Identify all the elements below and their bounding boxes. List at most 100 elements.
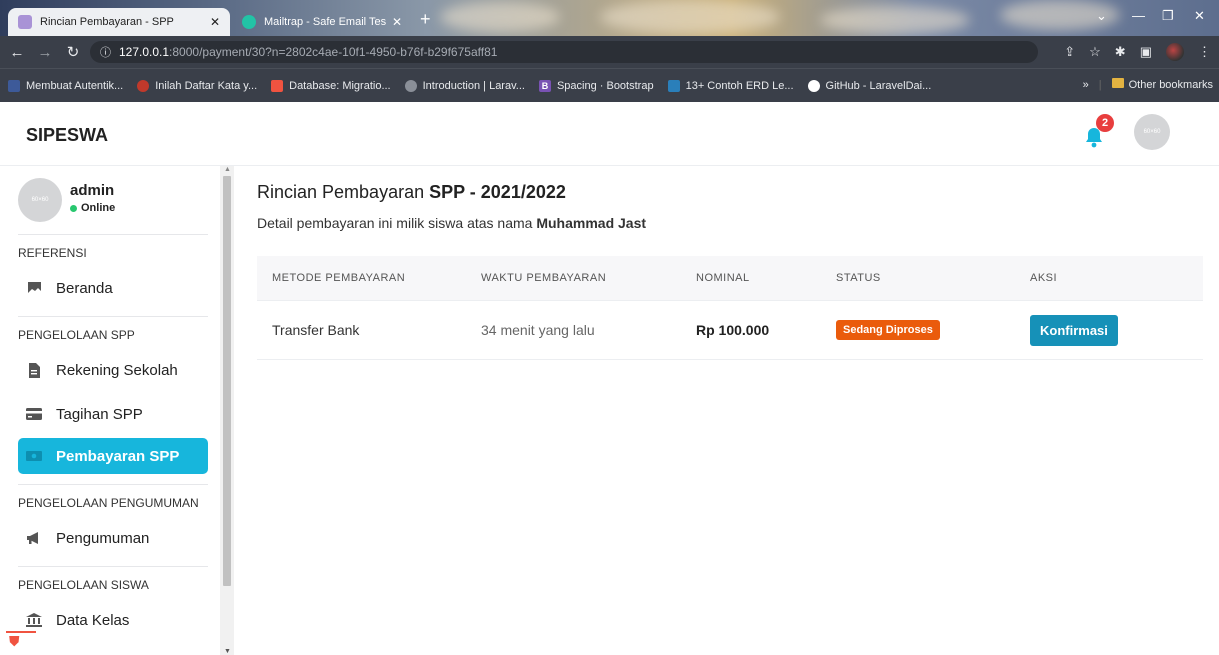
bookmark-item[interactable]: GitHub - LaravelDai... bbox=[807, 79, 932, 92]
bookmark-favicon-icon bbox=[137, 79, 150, 92]
bookmark-label: Spacing · Bootstrap bbox=[556, 79, 654, 92]
profile-avatar-icon[interactable] bbox=[1166, 43, 1184, 61]
sidebar-item-beranda[interactable]: Beranda bbox=[18, 270, 208, 306]
bookmark-star-icon[interactable]: ☆ bbox=[1089, 44, 1101, 60]
tab-title: Rincian Pembayaran - SPP bbox=[40, 16, 174, 28]
bootstrap-favicon-icon: B bbox=[538, 79, 551, 92]
more-bookmarks-button[interactable]: » bbox=[1083, 79, 1089, 91]
notification-badge: 2 bbox=[1096, 114, 1114, 132]
dashboard-icon bbox=[26, 280, 42, 296]
url-host: 127.0.0.1 bbox=[119, 45, 170, 59]
sidepanel-icon[interactable]: ▣ bbox=[1140, 44, 1152, 60]
back-icon[interactable]: ← bbox=[6, 44, 28, 61]
table-header: METODE PEMBAYARAN WAKTU PEMBAYARAN NOMIN… bbox=[257, 256, 1203, 300]
payment-method: Transfer Bank bbox=[272, 322, 360, 338]
sidebar-item-data-kelas[interactable]: Data Kelas bbox=[18, 602, 208, 638]
megaphone-icon bbox=[26, 530, 42, 546]
github-favicon-icon bbox=[807, 79, 820, 92]
page-subtitle-prefix: Detail pembayaran ini milik siswa atas n… bbox=[257, 215, 537, 231]
sidebar: 60×60 admin Online REFERENSI Beranda PEN… bbox=[0, 166, 220, 655]
laravel-debugbar-icon[interactable]: ⛊ bbox=[6, 631, 36, 655]
bookmark-item[interactable]: Inilah Daftar Kata y... bbox=[137, 79, 258, 92]
bookmark-favicon-icon bbox=[8, 79, 20, 92]
tab-search-icon[interactable]: ⌄ bbox=[1096, 8, 1107, 24]
online-dot-icon bbox=[70, 204, 77, 212]
extensions-icon[interactable]: ✱ bbox=[1115, 44, 1126, 60]
other-bookmarks-button[interactable]: Other bookmarks bbox=[1111, 78, 1213, 91]
sidebar-item-tagihan-spp[interactable]: Tagihan SPP bbox=[18, 396, 208, 432]
bookmark-label: 13+ Contoh ERD Le... bbox=[685, 79, 794, 92]
sidebar-item-rekening-sekolah[interactable]: Rekening Sekolah bbox=[18, 352, 208, 388]
sidebar-scrollbar[interactable]: ▲ ▼ bbox=[220, 166, 234, 655]
bookmark-item[interactable]: Introduction | Larav... bbox=[404, 79, 525, 92]
sidebar-item-pengumuman[interactable]: Pengumuman bbox=[18, 520, 208, 556]
profile-name: admin bbox=[70, 182, 115, 199]
url-input[interactable]: ⓘ 127.0.0.1:8000/payment/30?n=2802c4ae-1… bbox=[90, 41, 1038, 63]
bookmarks-divider: | bbox=[1098, 78, 1102, 91]
forward-icon[interactable]: → bbox=[34, 44, 56, 61]
bookmark-label: Membuat Autentik... bbox=[26, 79, 124, 92]
bookmarks-bar: Membuat Autentik... Inilah Daftar Kata y… bbox=[0, 68, 1219, 102]
sidebar-profile: 60×60 admin Online bbox=[18, 178, 208, 224]
col-header-aksi: AKSI bbox=[1030, 272, 1058, 284]
sidebar-item-label: Pembayaran SPP bbox=[56, 447, 180, 465]
payment-nominal: Rp 100.000 bbox=[696, 322, 770, 338]
site-info-icon[interactable]: ⓘ bbox=[100, 44, 111, 60]
col-header-waktu: WAKTU PEMBAYARAN bbox=[481, 272, 607, 284]
table-row: Transfer Bank 34 menit yang lalu Rp 100.… bbox=[257, 300, 1203, 360]
tab-mailtrap[interactable]: Mailtrap - Safe Email Testing ✕ bbox=[232, 8, 412, 36]
bookmark-favicon-icon bbox=[404, 79, 417, 92]
file-icon bbox=[26, 362, 42, 378]
bookmark-item[interactable]: B Spacing · Bootstrap bbox=[538, 79, 654, 92]
mailtrap-favicon-icon bbox=[242, 15, 256, 29]
sidebar-item-label: Beranda bbox=[56, 279, 113, 297]
laravel-favicon-icon bbox=[18, 15, 32, 29]
col-header-status: STATUS bbox=[836, 272, 881, 284]
menu-icon[interactable]: ⋮ bbox=[1198, 44, 1211, 60]
bookmark-item[interactable]: Database: Migratio... bbox=[271, 79, 391, 92]
confirm-button[interactable]: Konfirmasi bbox=[1030, 314, 1118, 346]
divider bbox=[18, 566, 208, 567]
address-bar: ← → ↻ ⓘ 127.0.0.1:8000/payment/30?n=2802… bbox=[0, 36, 1219, 68]
bookmark-label: Introduction | Larav... bbox=[422, 79, 525, 92]
scrollbar-thumb[interactable] bbox=[223, 176, 231, 586]
restore-button[interactable]: ❐ bbox=[1162, 8, 1174, 24]
scroll-down-icon[interactable]: ▼ bbox=[224, 648, 231, 655]
tab-rincian-pembayaran[interactable]: Rincian Pembayaran - SPP ✕ bbox=[8, 8, 230, 36]
minimize-button[interactable]: — bbox=[1132, 8, 1145, 23]
new-tab-button[interactable]: + bbox=[420, 10, 431, 28]
profile-status-label: Online bbox=[81, 202, 116, 214]
payment-table: METODE PEMBAYARAN WAKTU PEMBAYARAN NOMIN… bbox=[257, 256, 1203, 360]
brand-logo[interactable]: SIPESWA bbox=[26, 125, 108, 146]
page-title-period: SPP - 2021/2022 bbox=[429, 182, 566, 202]
bookmark-favicon-icon bbox=[667, 79, 680, 92]
page-subtitle: Detail pembayaran ini milik siswa atas n… bbox=[257, 215, 646, 231]
close-tab-icon[interactable]: ✕ bbox=[392, 15, 402, 29]
divider bbox=[18, 234, 208, 235]
status-badge: Sedang Diproses bbox=[836, 320, 940, 340]
payment-time: 34 menit yang lalu bbox=[481, 322, 595, 338]
section-pengelolaan-spp: PENGELOLAAN SPP bbox=[18, 328, 135, 342]
bookmark-item[interactable]: 13+ Contoh ERD Le... bbox=[667, 79, 794, 92]
close-tab-icon[interactable]: ✕ bbox=[210, 15, 220, 29]
scroll-up-icon[interactable]: ▲ bbox=[224, 166, 231, 173]
building-icon bbox=[26, 612, 42, 628]
divider bbox=[18, 316, 208, 317]
avatar: 60×60 bbox=[18, 178, 62, 222]
bookmark-item[interactable]: Membuat Autentik... bbox=[8, 79, 124, 92]
reload-icon[interactable]: ↻ bbox=[62, 43, 84, 61]
share-icon[interactable]: ⇪ bbox=[1064, 44, 1075, 60]
page-title: Rincian Pembayaran SPP - 2021/2022 bbox=[257, 182, 566, 203]
browser-tab-bar: Rincian Pembayaran - SPP ✕ Mailtrap - Sa… bbox=[0, 0, 1219, 36]
url-path: :8000/payment/30?n=2802c4ae-10f1-4950-b7… bbox=[169, 45, 498, 59]
bookmark-label: Inilah Daftar Kata y... bbox=[155, 79, 258, 92]
profile-status: Online bbox=[70, 202, 115, 214]
student-name: Muhammad Jast bbox=[536, 215, 647, 231]
section-pengelolaan-pengumuman: PENGELOLAAN PENGUMUMAN bbox=[18, 496, 199, 510]
folder-icon bbox=[1111, 78, 1124, 88]
close-window-button[interactable]: ✕ bbox=[1194, 8, 1205, 24]
user-avatar[interactable]: 60×60 bbox=[1134, 114, 1170, 150]
sidebar-item-pembayaran-spp[interactable]: Pembayaran SPP bbox=[18, 438, 208, 474]
sidebar-item-label: Data Kelas bbox=[56, 611, 130, 629]
bookmark-label: GitHub - LaravelDai... bbox=[825, 79, 932, 92]
